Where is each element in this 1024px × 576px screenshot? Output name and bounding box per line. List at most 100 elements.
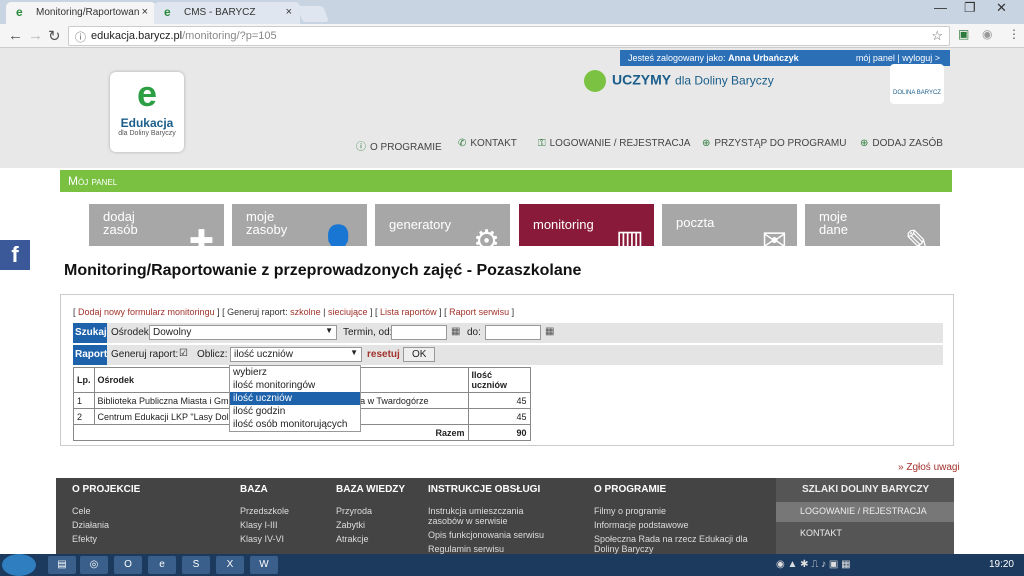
- facebook-icon[interactable]: f: [0, 240, 30, 270]
- dolina-barycz-logo[interactable]: DOLINA BARYCZ: [890, 64, 944, 104]
- footer-link[interactable]: Klasy IV-VI: [240, 534, 284, 544]
- maximize-icon[interactable]: ❐: [964, 0, 976, 16]
- nav-o-programie[interactable]: ⓘ O PROGRAMIE: [356, 138, 442, 153]
- search-row: Szukaj Ośrodek Dowolny ▼ Termin, od: ▦ do…: [73, 323, 943, 343]
- dropdown-option[interactable]: ilość godzin: [230, 405, 360, 418]
- szlaki-login-button[interactable]: LOGOWANIE / REJESTRACJA: [776, 502, 954, 522]
- browser-tab-strip: e Monitoring/Raportowan × e CMS - BARYCZ…: [0, 0, 1024, 24]
- calendar-icon[interactable]: ▦: [451, 326, 460, 337]
- slogan: UCZYMY dla Doliny Baryczy: [584, 70, 774, 92]
- user-name: Anna Urbańczyk: [728, 53, 799, 63]
- dropdown-option[interactable]: wybierz: [230, 366, 360, 379]
- menu-icon[interactable]: ⋮: [1008, 27, 1020, 41]
- module-generatory[interactable]: generatory ⚙: [375, 204, 510, 246]
- footer-link[interactable]: Działania: [72, 520, 109, 530]
- osrodek-select[interactable]: Dowolny ▼: [149, 325, 337, 340]
- tab-monitoring[interactable]: e Monitoring/Raportowan ×: [6, 2, 156, 24]
- logo-mark: e: [136, 73, 158, 114]
- link-add-form[interactable]: Dodaj nowy formularz monitoringu: [78, 307, 215, 317]
- dropdown-option[interactable]: ilość osób monitorujących: [230, 418, 360, 431]
- module-moje-dane[interactable]: moje dane ✎: [805, 204, 940, 246]
- footer-link[interactable]: Instrukcja umieszczania zasobów w serwis…: [428, 506, 548, 526]
- minimize-icon[interactable]: —: [934, 0, 947, 15]
- module-dodaj-zasob[interactable]: dodaj zasób ✚: [89, 204, 224, 246]
- footer-link[interactable]: Opis funkcjonowania serwisu: [428, 530, 544, 540]
- footer-col-title: INSTRUKCJE OBSŁUGI: [428, 484, 541, 495]
- tab-label: CMS - BARYCZ: [184, 7, 256, 18]
- footer-link[interactable]: Efekty: [72, 534, 97, 544]
- szlaki-label: LOGOWANIE / REJESTRACJA: [800, 506, 927, 516]
- footer-link[interactable]: Atrakcje: [336, 534, 369, 544]
- nav-dodaj-zasob[interactable]: ⊕ DODAJ ZASÓB: [860, 138, 943, 149]
- skype-icon[interactable]: S: [182, 556, 210, 574]
- link-gen-szkolne[interactable]: szkolne: [290, 307, 321, 317]
- footer-link[interactable]: Zabytki: [336, 520, 365, 530]
- ok-button[interactable]: OK: [403, 347, 436, 362]
- report-issue-link[interactable]: » Zgłoś uwagi: [898, 462, 960, 473]
- chrome-icon[interactable]: ◎: [80, 556, 108, 574]
- footer-link[interactable]: Informacje podstawowe: [594, 520, 689, 530]
- link-gen-sieciujace[interactable]: sieciujące: [328, 307, 368, 317]
- date-from-input[interactable]: [391, 325, 447, 340]
- footer-link[interactable]: Cele: [72, 506, 91, 516]
- total-value: 90: [467, 424, 531, 441]
- start-button[interactable]: [2, 554, 36, 576]
- edit-icon: ✎: [904, 225, 930, 247]
- back-icon[interactable]: ←: [8, 27, 23, 44]
- user-label: Jesteś zalogowany jako:: [628, 53, 726, 63]
- outlook-icon[interactable]: O: [114, 556, 142, 574]
- excel-icon[interactable]: X: [216, 556, 244, 574]
- footer-link[interactable]: Przedszkole: [240, 506, 289, 516]
- new-tab-button[interactable]: [297, 6, 329, 22]
- reload-icon[interactable]: ↻: [48, 27, 61, 45]
- module-monitoring[interactable]: monitoring ▥: [519, 204, 654, 246]
- footer-link[interactable]: Filmy o programie: [594, 506, 666, 516]
- phone-icon: ✆: [458, 138, 467, 149]
- monitoring-panel: [ Dodaj nowy formularz monitoringu ] [ G…: [60, 294, 954, 446]
- nav-kontakt[interactable]: ✆ KONTAKT: [458, 138, 517, 149]
- logo-title: Edukacja: [120, 116, 174, 130]
- reset-link[interactable]: resetuj: [367, 349, 400, 360]
- extension-icon[interactable]: ◉: [982, 27, 992, 41]
- cell-lp: 2: [73, 408, 95, 425]
- slogan-logo-icon: [584, 70, 606, 92]
- site-logo[interactable]: e Edukacja dla Doliny Baryczy: [110, 72, 184, 152]
- plus-icon: ✚: [188, 225, 214, 247]
- col-lp: Lp.: [73, 367, 95, 393]
- close-icon[interactable]: ×: [286, 6, 292, 18]
- footer-link[interactable]: Przyroda: [336, 506, 372, 516]
- star-icon[interactable]: ☆: [931, 28, 943, 44]
- dropdown-option-selected[interactable]: ilość uczniów: [230, 392, 360, 405]
- nav-logowanie[interactable]: ⚿ LOGOWANIE / REJESTRACJA: [538, 138, 690, 149]
- link-list[interactable]: Lista raportów: [380, 307, 437, 317]
- system-tray[interactable]: ◉ ▲ ✱ ⎍ ♪ ▣ ▦: [776, 559, 851, 570]
- footer-link[interactable]: Społeczna Rada na rzecz Edukacji dla Dol…: [594, 534, 764, 554]
- osrodek-label: Ośrodek: [111, 327, 149, 338]
- window-close-icon[interactable]: ✕: [996, 0, 1007, 16]
- oblicz-select[interactable]: ilość uczniów ▼: [230, 347, 362, 362]
- footer-link[interactable]: Klasy I-III: [240, 520, 278, 530]
- nav-label: PRZYSTĄP DO PROGRAMU: [714, 138, 847, 149]
- link-service-report[interactable]: Raport serwisu: [449, 307, 509, 317]
- dropdown-option[interactable]: ilość monitoringów: [230, 379, 360, 392]
- close-icon[interactable]: ×: [142, 6, 148, 18]
- date-to-input[interactable]: [485, 325, 541, 340]
- ie-icon[interactable]: e: [148, 556, 176, 574]
- tab-cms[interactable]: e CMS - BARYCZ ×: [154, 2, 300, 24]
- nav-label: KONTAKT: [470, 138, 517, 149]
- url-field[interactable]: ⓘ edukacja.barycz.pl/monitoring/?p=105 ☆: [68, 26, 950, 46]
- szlaki-contact-button[interactable]: KONTAKT: [776, 524, 954, 544]
- forward-icon[interactable]: →: [28, 27, 43, 44]
- report-row: Raport Generuj raport: ☑ Oblicz: ilość u…: [73, 345, 943, 365]
- extension-icon[interactable]: ▣: [958, 27, 969, 41]
- module-moje-zasoby[interactable]: moje zasoby 👤: [232, 204, 367, 246]
- address-bar-area: ← → ↻ ⓘ edukacja.barycz.pl/monitoring/?p…: [0, 24, 1024, 48]
- word-icon[interactable]: W: [250, 556, 278, 574]
- footer-link[interactable]: Regulamin serwisu: [428, 544, 504, 554]
- nav-przystap[interactable]: ⊕ PRZYSTĄP DO PROGRAMU: [702, 138, 846, 149]
- calendar-icon[interactable]: ▦: [545, 326, 554, 337]
- generuj-checkbox[interactable]: ☑: [179, 348, 188, 359]
- explorer-icon[interactable]: ▤: [48, 556, 76, 574]
- module-poczta[interactable]: poczta ✉: [662, 204, 797, 246]
- user-links[interactable]: mój panel | wyloguj >: [856, 53, 940, 63]
